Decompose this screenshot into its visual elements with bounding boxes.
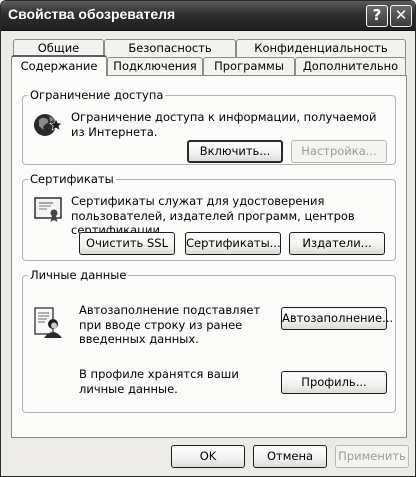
title-bar[interactable]: Свойства обозревателя ? ✕ bbox=[1, 1, 415, 31]
tab-privacy[interactable]: Конфиденциальность bbox=[236, 39, 406, 58]
clear-ssl-button[interactable]: Очистить SSL bbox=[79, 232, 175, 255]
tab-security[interactable]: Безопасность bbox=[104, 39, 236, 58]
settings-button[interactable]: Настройка... bbox=[291, 140, 387, 163]
tab-content[interactable]: Содержание bbox=[11, 55, 107, 76]
personal-profile-icon bbox=[34, 307, 62, 338]
help-button[interactable]: ? bbox=[366, 5, 388, 27]
autocomplete-description: Автозаполнение подставляет при вводе стр… bbox=[79, 303, 261, 346]
content-advisor-title: Ограничение доступа bbox=[28, 88, 166, 102]
tab-connections[interactable]: Подключения bbox=[107, 57, 203, 76]
tab-programs[interactable]: Программы bbox=[203, 57, 295, 76]
content-advisor-group: Ограничение доступа Ограничение доступа … bbox=[22, 88, 396, 165]
apply-button[interactable]: Применить bbox=[335, 445, 409, 468]
certificates-description: Сертификаты служат для удостоверения пол… bbox=[71, 194, 355, 237]
certificate-icon bbox=[34, 197, 62, 222]
content-advisor-icon bbox=[34, 114, 63, 136]
content-advisor-description: Ограничение доступа к информации, получа… bbox=[71, 110, 377, 139]
autocomplete-button[interactable]: Автозаполнение... bbox=[281, 307, 393, 330]
tab-advanced[interactable]: Дополнительно bbox=[295, 57, 406, 76]
enable-button[interactable]: Включить... bbox=[187, 140, 283, 163]
personal-info-group: Личные данные Автозаполнение подставляет… bbox=[22, 268, 396, 413]
profile-description: В профиле хранятся ваши личные данные. bbox=[79, 367, 239, 396]
help-icon: ? bbox=[372, 6, 382, 24]
close-button[interactable]: ✕ bbox=[390, 5, 412, 27]
internet-options-dialog: Свойства обозревателя ? ✕ Общие Безопасн… bbox=[0, 0, 416, 477]
publishers-button[interactable]: Издатели... bbox=[289, 232, 385, 255]
cancel-button[interactable]: Отмена bbox=[253, 445, 327, 468]
certificates-button[interactable]: Сертификаты... bbox=[185, 232, 281, 255]
window-title: Свойства обозревателя bbox=[8, 6, 176, 22]
profile-button[interactable]: Профиль... bbox=[281, 371, 387, 394]
personal-info-title: Личные данные bbox=[28, 268, 129, 282]
ok-button[interactable]: OK bbox=[171, 445, 245, 468]
certificates-group: Сертификаты Сертификаты служат для удост… bbox=[22, 172, 396, 261]
certificates-title: Сертификаты bbox=[28, 172, 116, 186]
content-tab-panel: Ограничение доступа Ограничение доступа … bbox=[11, 75, 407, 438]
close-icon: ✕ bbox=[394, 6, 408, 24]
